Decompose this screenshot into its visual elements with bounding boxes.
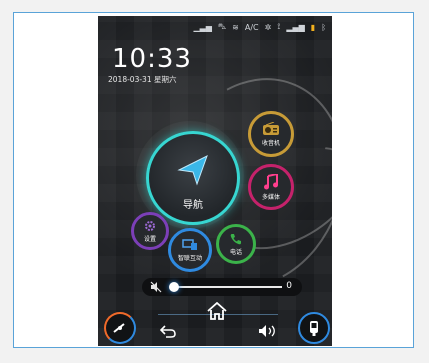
mute-speaker-icon[interactable] xyxy=(150,281,162,293)
back-icon[interactable] xyxy=(160,324,176,338)
volume-track[interactable] xyxy=(172,286,282,288)
seat-icon xyxy=(310,321,318,336)
phone-signal-icon: ▂▄▆ xyxy=(286,22,305,32)
volume-speaker-icon[interactable] xyxy=(258,324,278,338)
battery-icon: ▮ xyxy=(310,22,316,32)
radio-icon xyxy=(263,121,279,135)
ac-status: A/C xyxy=(244,22,259,32)
home-icon[interactable] xyxy=(206,302,228,320)
car-icon: ⛍ xyxy=(217,22,227,31)
screen-link-icon xyxy=(182,238,197,250)
speed-gauge[interactable] xyxy=(104,312,136,344)
radio-label: 收音机 xyxy=(261,139,280,147)
clock-time: 10:33 xyxy=(112,44,192,74)
phone-label: 电话 xyxy=(229,248,242,256)
gear-icon xyxy=(145,220,155,231)
clock-date: 2018-03-31 星期六 xyxy=(108,75,177,84)
fan-icon: ✲ xyxy=(264,22,272,32)
navigation-arrow-icon xyxy=(177,154,208,186)
seat-icon: ⟟ xyxy=(277,22,281,31)
navigation-label: 导航 xyxy=(183,200,203,211)
settings-label: 设置 xyxy=(143,235,156,243)
music-note-icon xyxy=(264,173,278,189)
volume-slider-knob[interactable] xyxy=(169,282,179,292)
radio-button[interactable]: 收音机 xyxy=(248,111,294,157)
volume-value: 0 xyxy=(286,281,292,291)
seat-heat-gauge[interactable] xyxy=(298,312,330,344)
phone-connect-button[interactable]: 智联互动 xyxy=(168,228,212,272)
navigation-button[interactable]: 导航 xyxy=(146,131,240,225)
signal-icon: ▁▃▅ xyxy=(193,22,212,32)
bluetooth-icon: ᛒ xyxy=(321,22,326,32)
status-bar: ▁▃▅ ⛍ ≋ A/C ✲ ⟟ ▂▄▆ ▮ ᛒ xyxy=(98,16,332,38)
phone-icon xyxy=(230,233,241,244)
phone-connect-label: 智联互动 xyxy=(177,254,202,262)
media-button[interactable]: 多媒体 xyxy=(248,164,294,210)
media-label: 多媒体 xyxy=(261,193,280,201)
head-unit-screen: ▁▃▅ ⛍ ≋ A/C ✲ ⟟ ▂▄▆ ▮ ᛒ 10:33 2018-03-31… xyxy=(98,16,332,346)
settings-button[interactable]: 设置 xyxy=(131,212,169,250)
phone-button[interactable]: 电话 xyxy=(216,224,256,264)
wifi-icon: ≋ xyxy=(232,22,239,32)
volume-bar: 0 xyxy=(142,278,302,296)
needle-icon xyxy=(113,323,125,333)
